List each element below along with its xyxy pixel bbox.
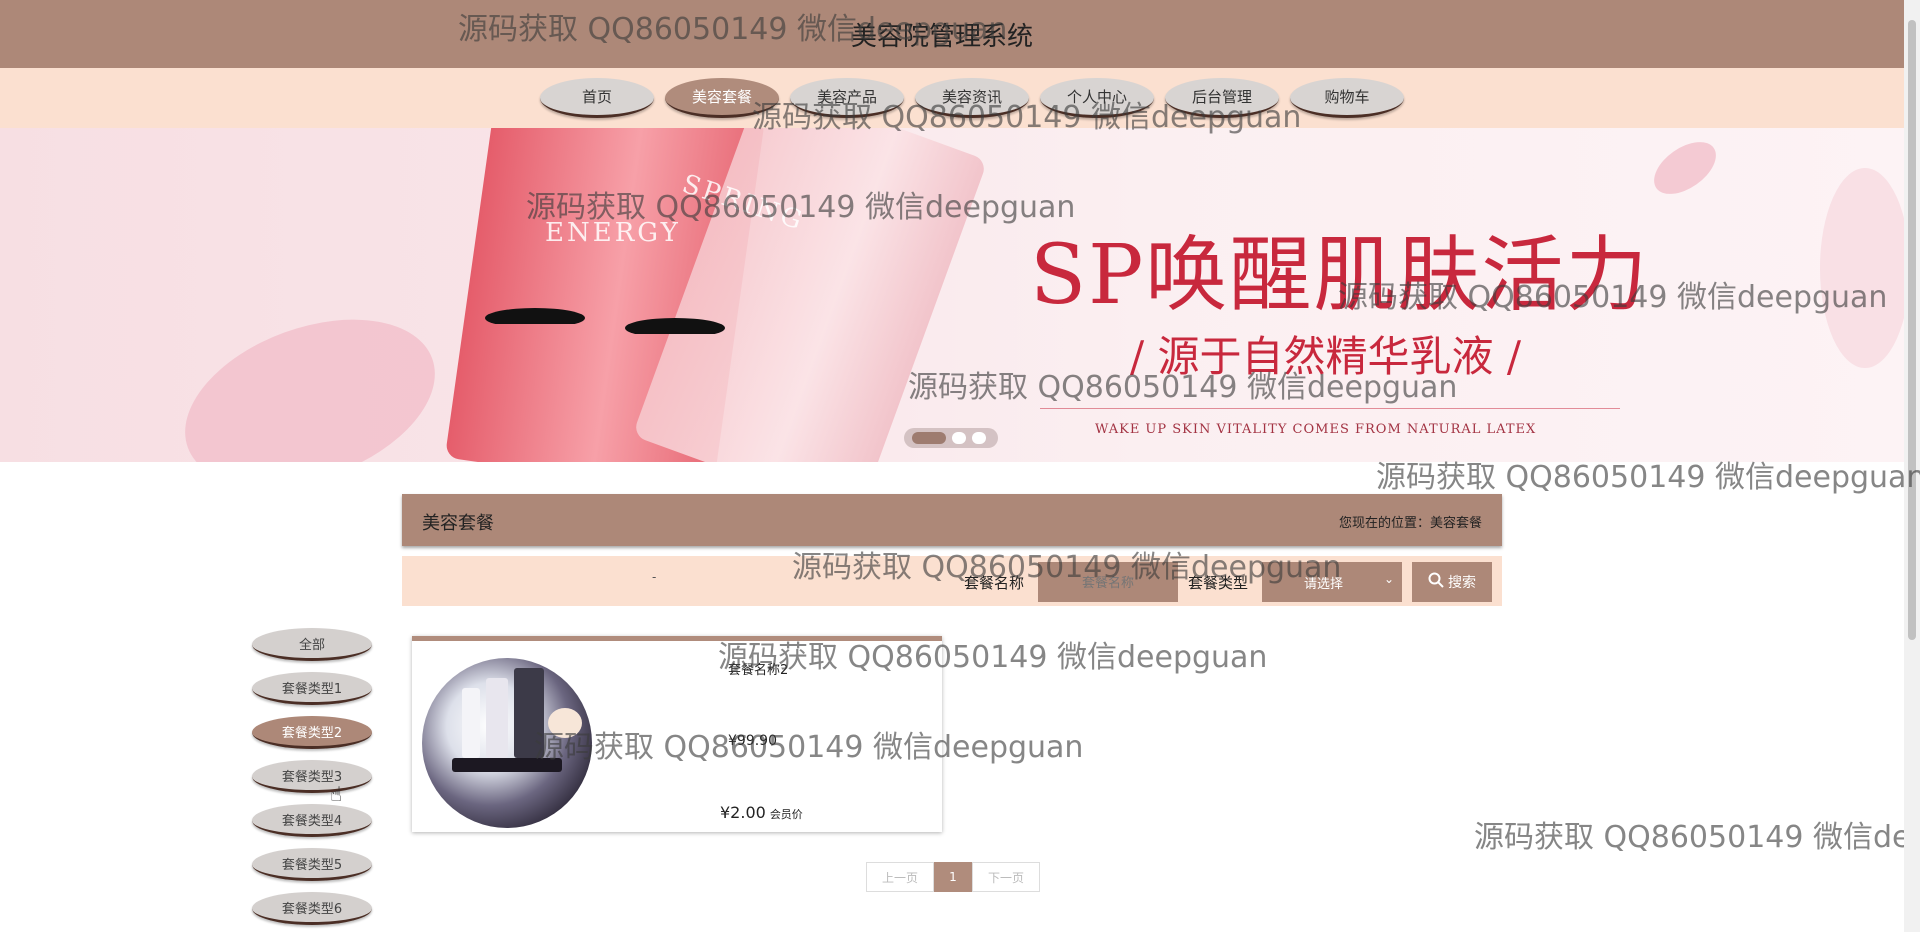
banner-divider — [1040, 408, 1620, 409]
package-name-label: 套餐名称 — [964, 574, 1025, 592]
category-type-1[interactable]: 套餐类型1 — [252, 672, 372, 705]
member-price-label: 会员价 — [769, 808, 803, 821]
section-header: 美容套餐 您现在的位置：美容套餐 — [402, 494, 1502, 546]
main-nav: 首页 美容套餐 美容产品 美容资讯 个人中心 后台管理 购物车 — [0, 68, 1904, 128]
watermark: 源码获取 QQ86050149 微信deepguan — [1474, 820, 1904, 855]
product-bottle — [486, 678, 508, 758]
search-button[interactable]: 搜索 — [1412, 562, 1492, 602]
carousel-dot-3[interactable] — [972, 432, 986, 444]
nav-list: 首页 美容套餐 美容产品 美容资讯 个人中心 后台管理 购物车 — [540, 78, 1404, 118]
product-price: ¥99.90 — [728, 733, 777, 749]
next-page-button[interactable]: 下一页 — [972, 862, 1040, 892]
carousel-dot-1[interactable] — [912, 432, 946, 444]
prev-page-button[interactable]: 上一页 — [866, 862, 934, 892]
nav-packages[interactable]: 美容套餐 — [665, 78, 779, 118]
product-bottle — [548, 708, 582, 738]
face-brow-decoration — [625, 318, 725, 338]
package-type-label: 套餐类型 — [1188, 574, 1249, 592]
carousel-indicators — [904, 428, 998, 448]
product-bottle — [514, 668, 544, 758]
product-name: 套餐名称2 — [728, 663, 789, 678]
banner-english: WAKE UP SKIN VITALITY COMES FROM NATURAL… — [1095, 422, 1537, 437]
petal-decoration — [1644, 131, 1726, 205]
package-type-select[interactable]: 请选择 ⌄ — [1262, 562, 1402, 602]
banner-headline: SP唤醒肌肤活力 — [1030, 228, 1650, 323]
product-card[interactable]: 套餐名称2 ¥99.90 ¥2.00 会员价 — [412, 636, 942, 832]
package-type-value: 请选择 — [1304, 576, 1344, 592]
tube-label: ENERGY — [545, 218, 681, 248]
category-type-6[interactable]: 套餐类型6 — [252, 892, 372, 925]
category-sidebar: 全部 套餐类型1 套餐类型2 套餐类型3 套餐类型4 套餐类型5 套餐类型6 — [252, 628, 372, 925]
nav-products[interactable]: 美容产品 — [790, 78, 904, 118]
pagination: 上一页 1 下一页 — [866, 862, 1040, 892]
top-header: 美容院管理系统 — [0, 0, 1904, 68]
banner-subline: / 源于自然精华乳液 / — [1130, 332, 1522, 381]
nav-admin[interactable]: 后台管理 — [1165, 78, 1279, 118]
breadcrumb: 您现在的位置：美容套餐 — [1338, 516, 1482, 531]
category-type-4[interactable]: 套餐类型4 — [252, 804, 372, 837]
page-number-current[interactable]: 1 — [934, 862, 972, 892]
category-all[interactable]: 全部 — [252, 628, 372, 661]
hand-cursor-icon: ☝ — [330, 782, 343, 806]
category-type-2[interactable]: 套餐类型2 — [252, 716, 372, 749]
product-image[interactable] — [422, 658, 592, 828]
nav-profile[interactable]: 个人中心 — [1040, 78, 1154, 118]
category-type-3[interactable]: 套餐类型3 — [252, 760, 372, 793]
search-bar: - 套餐名称 套餐类型 请选择 ⌄ 搜索 — [402, 556, 1502, 606]
category-type-5[interactable]: 套餐类型5 — [252, 848, 372, 881]
nav-home[interactable]: 首页 — [540, 78, 654, 118]
member-price: ¥2.00 会员价 — [720, 803, 803, 822]
petal-decoration — [162, 288, 458, 462]
petal-decoration — [1820, 168, 1904, 368]
nav-news[interactable]: 美容资讯 — [915, 78, 1029, 118]
product-bottle — [462, 688, 480, 758]
page-scrollbar[interactable] — [1904, 0, 1920, 932]
member-price-value: ¥2.00 — [720, 803, 766, 822]
search-icon — [1428, 572, 1444, 592]
site-title: 美容院管理系统 — [850, 22, 1033, 52]
nav-cart[interactable]: 购物车 — [1290, 78, 1404, 118]
product-bottle — [452, 758, 562, 772]
banner-carousel[interactable]: ENERGY SPRING SP唤醒肌肤活力 / 源于自然精华乳液 / WAKE… — [0, 128, 1904, 462]
face-brow-decoration — [485, 308, 585, 328]
package-name-input[interactable] — [1038, 562, 1178, 602]
search-button-label: 搜索 — [1448, 575, 1476, 591]
chevron-down-icon: ⌄ — [1383, 572, 1394, 586]
separator-dash: - — [652, 570, 657, 584]
scrollbar-thumb[interactable] — [1908, 20, 1916, 640]
section-title: 美容套餐 — [422, 513, 494, 534]
carousel-dot-2[interactable] — [952, 432, 966, 444]
